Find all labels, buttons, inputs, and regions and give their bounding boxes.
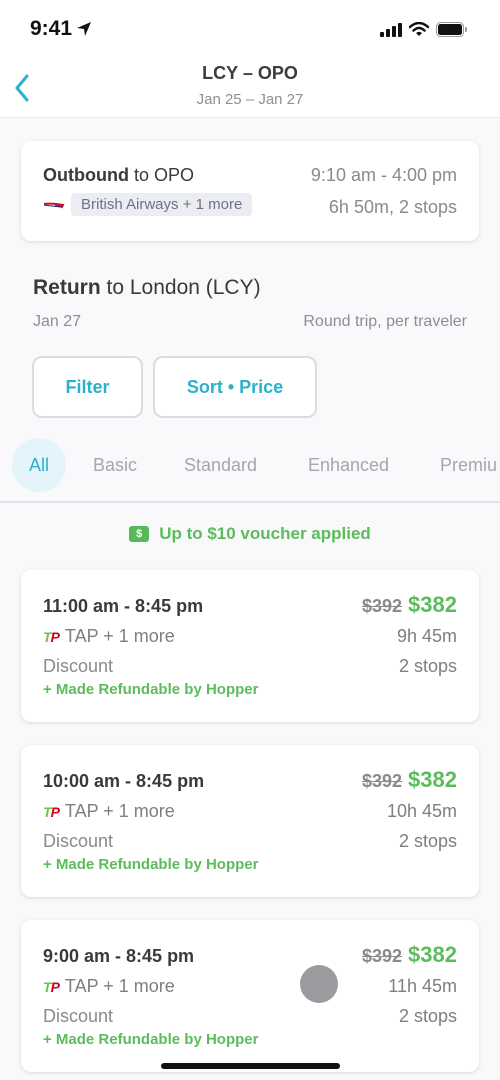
tab-all[interactable]: All bbox=[12, 438, 66, 492]
outbound-summary-card[interactable]: Outbound to OPO 9:10 am - 4:00 pm Britis… bbox=[21, 141, 479, 241]
flight-stops: 2 stops bbox=[398, 656, 457, 676]
voucher-text: Up to $10 voucher applied bbox=[159, 524, 371, 543]
british-airways-logo-icon bbox=[43, 202, 65, 208]
fare-tabs: All Basic Standard Enhanced Premiu bbox=[0, 437, 500, 495]
fare-class: Discount bbox=[43, 1006, 114, 1026]
outbound-destination: to OPO bbox=[128, 165, 194, 185]
tab-standard[interactable]: Standard bbox=[184, 437, 257, 493]
flight-stops: 2 stops bbox=[398, 1006, 457, 1026]
discounted-price: $382 bbox=[408, 767, 457, 792]
tab-basic[interactable]: Basic bbox=[93, 437, 137, 493]
flight-card[interactable]: 9:00 am - 8:45 pm $392 $382 TP TAP + 1 m… bbox=[21, 920, 479, 1072]
flight-airline: TP TAP + 1 more bbox=[43, 801, 175, 822]
tap-logo-icon: TP bbox=[43, 628, 60, 645]
price-note: Round trip, per traveler bbox=[303, 313, 467, 330]
return-date: Jan 27 bbox=[33, 313, 82, 330]
filter-button[interactable]: Filter bbox=[32, 356, 143, 418]
discounted-price: $382 bbox=[408, 592, 457, 617]
wifi-icon bbox=[409, 22, 429, 36]
trip-dates: Jan 25 – Jan 27 bbox=[196, 91, 304, 108]
refundable-note: + Made Refundable by Hopper bbox=[43, 681, 259, 698]
battery-icon bbox=[436, 22, 467, 37]
discounted-price: $382 bbox=[408, 942, 457, 967]
flight-price: $392 $382 bbox=[362, 592, 457, 618]
original-price: $392 bbox=[362, 946, 403, 966]
outbound-title: Outbound to OPO bbox=[43, 165, 194, 186]
flight-airline: TP TAP + 1 more bbox=[43, 976, 175, 997]
status-icons bbox=[380, 22, 468, 37]
flight-card[interactable]: 11:00 am - 8:45 pm $392 $382 TP TAP + 1 … bbox=[21, 570, 479, 722]
return-destination: to London (LCY) bbox=[100, 276, 261, 299]
airline-name: TAP + 1 more bbox=[64, 801, 175, 821]
outbound-label: Outbound bbox=[43, 165, 129, 185]
flight-stops: 2 stops bbox=[398, 831, 457, 851]
flight-price: $392 $382 bbox=[362, 767, 457, 793]
fare-class: Discount bbox=[43, 656, 114, 676]
tab-enhanced[interactable]: Enhanced bbox=[308, 437, 389, 493]
fare-class: Discount bbox=[43, 831, 114, 851]
dollar-ticket-icon: $ bbox=[129, 526, 150, 542]
refundable-note: + Made Refundable by Hopper bbox=[43, 1031, 259, 1048]
touch-indicator bbox=[300, 965, 338, 1003]
return-title: Return to London (LCY) bbox=[33, 276, 261, 300]
airline-name: TAP + 1 more bbox=[64, 626, 175, 646]
flight-airline: TP TAP + 1 more bbox=[43, 626, 175, 647]
flight-duration: 11h 45m bbox=[388, 976, 457, 996]
flight-card[interactable]: 10:00 am - 8:45 pm $392 $382 TP TAP + 1 … bbox=[21, 745, 479, 897]
tap-logo-icon: TP bbox=[43, 803, 60, 820]
flight-times: 11:00 am - 8:45 pm bbox=[43, 596, 204, 616]
flight-price: $392 $382 bbox=[362, 942, 457, 968]
airline-name: TAP + 1 more bbox=[64, 976, 175, 996]
location-arrow-icon bbox=[77, 22, 92, 36]
outbound-time: 9:10 am - 4:00 pm bbox=[310, 165, 457, 185]
return-label: Return bbox=[33, 276, 101, 299]
flight-times: 9:00 am - 8:45 pm bbox=[43, 946, 195, 966]
voucher-banner: $ Up to $10 voucher applied bbox=[0, 524, 500, 544]
tabs-divider bbox=[0, 501, 500, 503]
route-title: LCY – OPO bbox=[202, 63, 298, 83]
outbound-duration: 6h 50m, 2 stops bbox=[328, 197, 457, 217]
flight-times: 10:00 am - 8:45 pm bbox=[43, 771, 205, 791]
clock-text: 9:41 bbox=[30, 17, 73, 40]
status-bar: 9:41 bbox=[0, 0, 500, 60]
home-indicator[interactable] bbox=[161, 1063, 340, 1069]
cellular-signal-icon bbox=[380, 22, 402, 37]
sort-button[interactable]: Sort • Price bbox=[153, 356, 317, 418]
flight-duration: 9h 45m bbox=[396, 626, 457, 646]
outbound-airline-chip: British Airways + 1 more bbox=[71, 193, 253, 216]
flight-duration: 10h 45m bbox=[386, 801, 457, 821]
original-price: $392 bbox=[362, 596, 403, 616]
original-price: $392 bbox=[362, 771, 403, 791]
tab-premium[interactable]: Premiu bbox=[440, 437, 497, 493]
nav-bar: LCY – OPO Jan 25 – Jan 27 bbox=[0, 60, 500, 118]
tap-logo-icon: TP bbox=[43, 978, 60, 995]
status-time: 9:41 bbox=[30, 17, 92, 41]
refundable-note: + Made Refundable by Hopper bbox=[43, 856, 259, 873]
outbound-airline-row: British Airways + 1 more bbox=[43, 193, 253, 216]
